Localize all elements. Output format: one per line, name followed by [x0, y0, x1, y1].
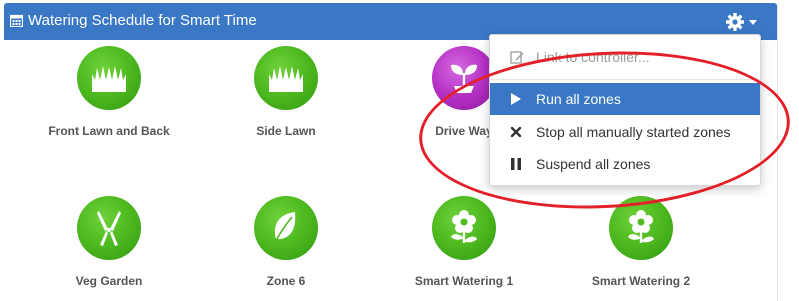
close-icon [510, 126, 522, 138]
settings-dropdown-button[interactable] [722, 9, 760, 35]
sprout-icon [451, 64, 477, 93]
grass-icon [269, 66, 303, 92]
grass-icon [92, 66, 126, 92]
play-icon [511, 93, 521, 105]
page-title: Watering Schedule for Smart Time [28, 12, 257, 29]
zone-tile[interactable]: Veg Garden [39, 196, 179, 288]
zone-tile[interactable]: Side Lawn [216, 46, 356, 138]
flower-icon [628, 210, 654, 243]
pause-icon [511, 158, 521, 170]
zone-circle [432, 46, 496, 110]
menu-item-suspend-all-zones[interactable]: Suspend all zones [490, 148, 760, 180]
leaf-icon [273, 212, 296, 245]
shears-icon [97, 211, 121, 246]
menu-item-run-all-zones[interactable]: Run all zones [490, 83, 760, 115]
menu-item-link-controller[interactable]: Link to controller... [490, 41, 760, 73]
zone-label: Zone 6 [266, 274, 306, 288]
menu-item-label: Stop all manually started zones [536, 124, 731, 140]
menu-divider [490, 79, 760, 80]
edit-icon [510, 51, 524, 64]
zone-label: Veg Garden [75, 274, 143, 288]
flower-icon [451, 210, 477, 243]
zone-circle [609, 196, 673, 260]
chevron-down-icon [749, 20, 757, 25]
zone-label: Smart Watering 1 [414, 274, 514, 288]
zone-label: Smart Watering 2 [591, 274, 691, 288]
zone-tile[interactable]: Smart Watering 2 [571, 196, 711, 288]
zone-circle [77, 46, 141, 110]
zone-circle [254, 46, 318, 110]
zone-tile[interactable]: Smart Watering 1 [394, 196, 534, 288]
menu-item-label: Link to controller... [536, 49, 650, 65]
zone-tile[interactable]: Zone 6 [216, 196, 356, 288]
zone-circle [432, 196, 496, 260]
zone-label: Front Lawn and Back [48, 124, 170, 138]
menu-item-label: Suspend all zones [536, 156, 651, 172]
menu-item-stop-all-zones[interactable]: Stop all manually started zones [490, 116, 760, 148]
menu-item-label: Run all zones [536, 91, 621, 107]
zone-circle [254, 196, 318, 260]
zone-label: Side Lawn [256, 124, 316, 138]
calendar-icon [10, 14, 23, 27]
gear-icon [726, 13, 744, 31]
zone-tile[interactable]: Front Lawn and Back [39, 46, 179, 138]
settings-dropdown-menu: Link to controller... Run all zones Stop… [489, 34, 761, 186]
zone-circle [77, 196, 141, 260]
